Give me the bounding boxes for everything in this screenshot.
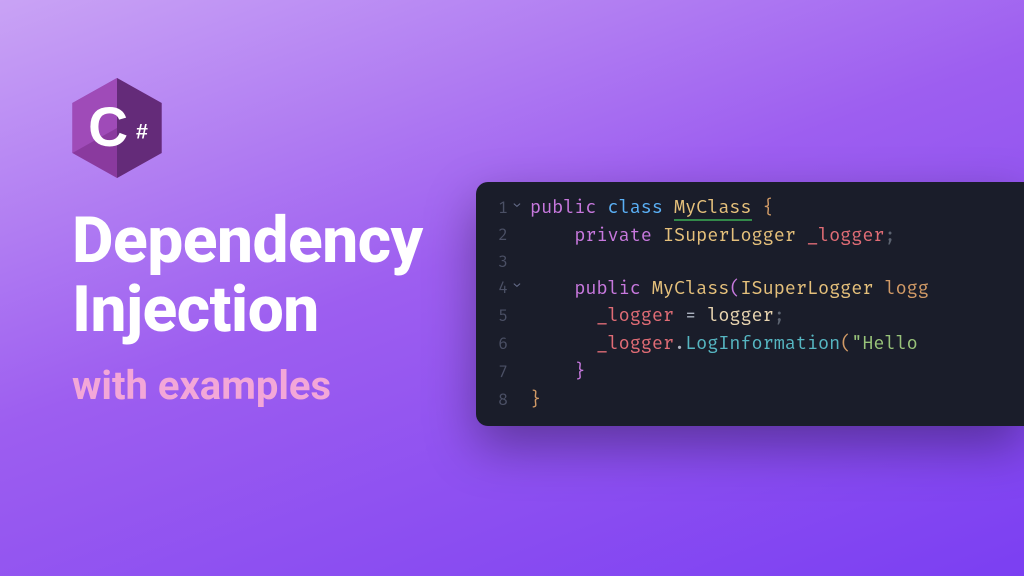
line-number: 7 [486,360,508,385]
csharp-logo-icon: C # [72,78,162,178]
line-number: 2 [486,223,508,248]
code-line: 2 private ISuperLogger _logger; [486,222,1024,250]
code-line: 6 _logger.LogInformation("Hello [486,330,1024,358]
code-line: 3 [486,250,1024,275]
title-line-2: Injection [72,275,423,344]
line-number: 8 [486,388,508,413]
code-text: } [526,386,541,414]
code-text: public MyClass(ISuperLogger logg [526,275,929,303]
svg-text:C: C [88,96,128,158]
code-text: _logger.LogInformation("Hello [526,330,929,358]
code-line: 7 } [486,358,1024,386]
code-text: public class MyClass { [526,194,774,222]
line-number: 5 [486,304,508,329]
title-block: Dependency Injection with examples [72,206,423,409]
subtitle: with examples [72,362,423,409]
code-line: 8} [486,386,1024,414]
line-number: 6 [486,332,508,357]
code-snippet-card: 1⌄public class MyClass {2 private ISuper… [476,182,1024,426]
title-line-1: Dependency [72,206,423,275]
fold-chevron-icon[interactable]: ⌄ [508,199,526,218]
code-text: private ISuperLogger _logger; [526,222,896,250]
line-number: 1 [486,196,508,221]
code-line: 1⌄public class MyClass { [486,194,1024,222]
code-text: _logger = logger; [526,302,785,330]
code-line: 4⌄ public MyClass(ISuperLogger logg [486,275,1024,303]
line-number: 3 [486,250,508,275]
fold-chevron-icon[interactable]: ⌄ [508,279,526,298]
line-number: 4 [486,276,508,301]
svg-text:#: # [136,120,148,144]
code-text: } [526,358,585,386]
code-line: 5 _logger = logger; [486,302,1024,330]
